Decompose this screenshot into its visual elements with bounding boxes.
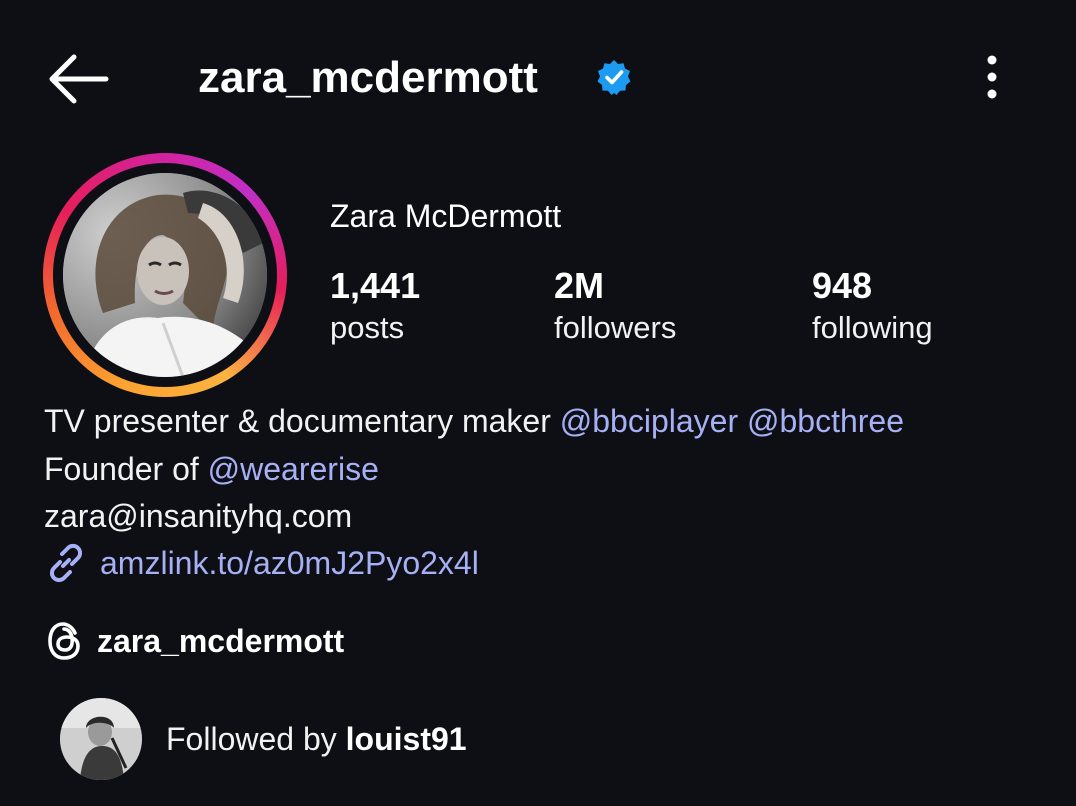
back-button[interactable] <box>44 52 110 106</box>
following-stat[interactable]: 948 following <box>812 264 933 348</box>
page-title: zara_mcdermott <box>198 53 538 102</box>
more-options-button[interactable] <box>975 54 1009 102</box>
posts-count: 1,441 <box>330 265 421 306</box>
following-label: following <box>812 310 933 345</box>
bio-text: TV presenter & documentary maker <box>44 403 560 439</box>
profile-avatar[interactable] <box>63 173 267 377</box>
display-name: Zara McDermott <box>330 198 562 234</box>
posts-label: posts <box>330 310 405 345</box>
follower-avatar[interactable] <box>60 698 142 780</box>
threads-link[interactable]: zara_mcdermott <box>97 620 344 662</box>
mention-wearerise[interactable]: @wearerise <box>208 451 379 487</box>
followers-label: followers <box>554 310 677 345</box>
mention-bbcthree[interactable]: @bbcthree <box>747 403 904 439</box>
threads-icon <box>46 620 84 662</box>
bio-email: zara@insanityhq.com <box>44 498 353 534</box>
followed-by-prefix: Followed by <box>166 721 346 757</box>
followers-stat[interactable]: 2M followers <box>554 264 676 348</box>
more-vertical-icon <box>987 55 997 99</box>
bio-link[interactable]: amzlink.to/az0mJ2Pyo2x4l <box>100 542 479 584</box>
followed-by-user: louist91 <box>345 721 467 757</box>
bio-line-2: Founder of @wearerise <box>44 448 379 490</box>
posts-stat[interactable]: 1,441 posts <box>330 264 420 348</box>
followed-by-text[interactable]: Followed by louist91 <box>166 718 467 760</box>
bio-line-1: TV presenter & documentary maker @bbcipl… <box>44 400 904 442</box>
followers-count: 2M <box>554 265 605 306</box>
mention-bbciplayer[interactable]: @bbciplayer <box>560 403 738 439</box>
link-icon <box>44 541 88 585</box>
arrow-left-icon <box>49 54 109 104</box>
bio-text: Founder of <box>44 451 208 487</box>
following-count: 948 <box>812 265 873 306</box>
verified-badge-icon <box>596 59 632 95</box>
